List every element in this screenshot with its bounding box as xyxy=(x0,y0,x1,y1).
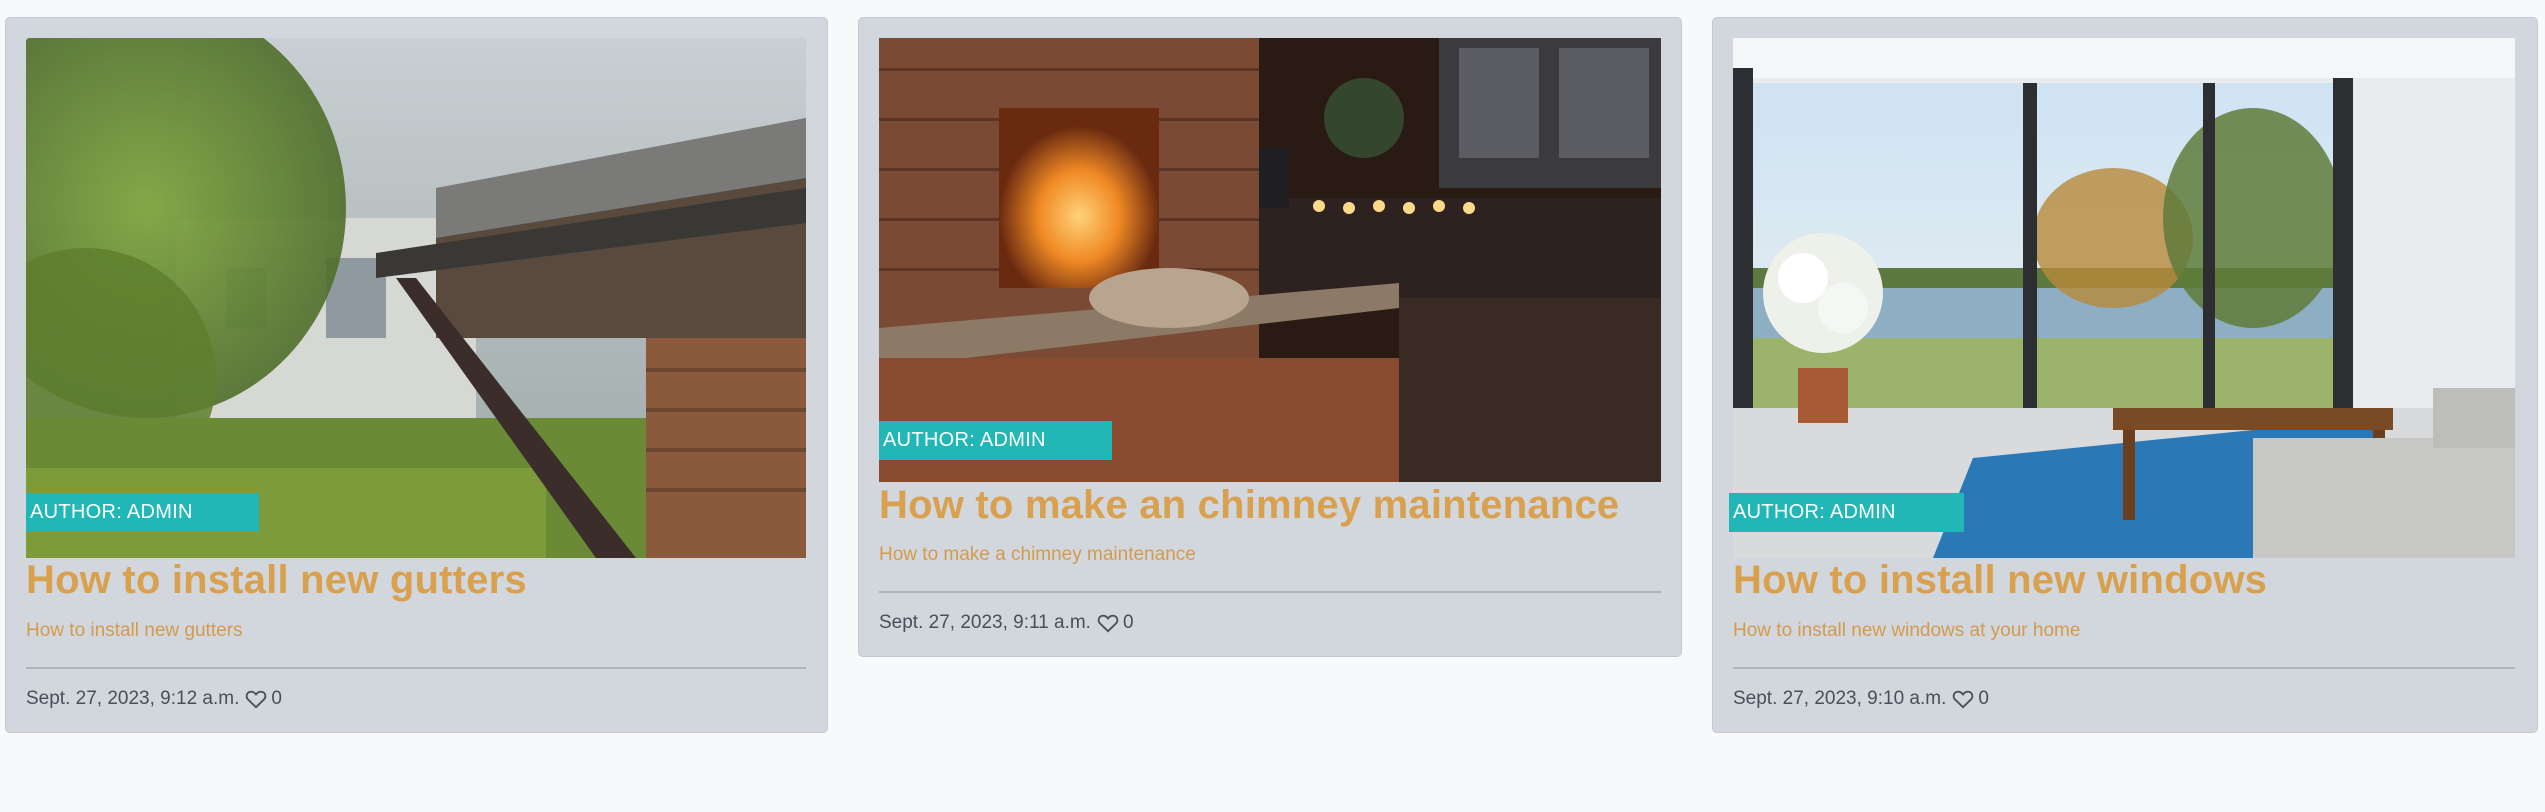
post-subtitle: How to make a chimney maintenance xyxy=(879,544,1196,565)
post-card[interactable]: AUTHOR: ADMIN How to make an chimney mai… xyxy=(858,17,1682,657)
heart-icon[interactable] xyxy=(1097,613,1119,633)
post-meta: Sept. 27, 2023, 9:11 a.m. 0 xyxy=(879,612,1134,634)
post-meta: Sept. 27, 2023, 9:10 a.m. 0 xyxy=(1733,688,1989,710)
heart-icon[interactable] xyxy=(1952,689,1974,709)
post-date: Sept. 27, 2023, 9:10 a.m. xyxy=(1733,688,1947,709)
post-card[interactable]: AUTHOR: ADMIN How to install new windows… xyxy=(1712,17,2538,733)
author-badge[interactable]: AUTHOR: ADMIN xyxy=(879,421,1112,460)
post-card[interactable]: AUTHOR: ADMIN How to install new gutters… xyxy=(5,17,828,733)
post-title[interactable]: How to make an chimney maintenance xyxy=(879,483,1619,528)
post-subtitle: How to install new gutters xyxy=(26,620,243,641)
divider xyxy=(879,591,1661,593)
divider xyxy=(26,667,806,669)
author-badge[interactable]: AUTHOR: ADMIN xyxy=(1729,493,1964,532)
divider xyxy=(1733,667,2515,669)
author-badge[interactable]: AUTHOR: ADMIN xyxy=(26,493,259,532)
gutter-photo[interactable] xyxy=(26,38,806,558)
post-meta: Sept. 27, 2023, 9:12 a.m. 0 xyxy=(26,688,282,710)
post-subtitle: How to install new windows at your home xyxy=(1733,620,2081,641)
like-count: 0 xyxy=(1978,688,1989,709)
post-title[interactable]: How to install new gutters xyxy=(26,558,527,603)
heart-icon[interactable] xyxy=(245,689,267,709)
like-count: 0 xyxy=(1122,612,1134,633)
post-date: Sept. 27, 2023, 9:12 a.m. xyxy=(26,688,240,709)
living-room-photo[interactable] xyxy=(1733,38,2515,558)
post-date: Sept. 27, 2023, 9:11 a.m. xyxy=(879,612,1091,633)
post-title[interactable]: How to install new windows xyxy=(1733,558,2267,603)
like-count: 0 xyxy=(271,688,282,709)
fireplace-photo[interactable] xyxy=(879,38,1661,482)
